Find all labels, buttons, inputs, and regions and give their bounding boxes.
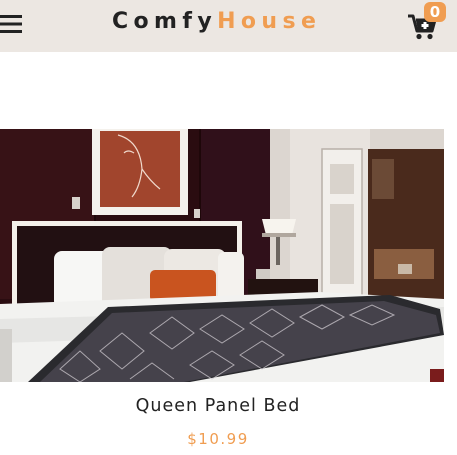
cart-count-badge: 0 xyxy=(424,2,446,22)
navbar: ComfyHouse 0 xyxy=(0,0,457,52)
logo-text-comfy: Comfy xyxy=(112,9,218,34)
product-image[interactable] xyxy=(0,129,444,382)
product-card: Queen Panel Bed $10.99 xyxy=(0,129,446,448)
logo-text-house: House xyxy=(217,9,322,34)
product-title: Queen Panel Bed xyxy=(135,396,301,416)
hamburger-menu-icon[interactable] xyxy=(0,12,24,36)
product-price: $10.99 xyxy=(187,430,249,448)
brand-logo[interactable]: ComfyHouse xyxy=(112,8,321,36)
cart-button[interactable]: 0 xyxy=(406,2,446,44)
